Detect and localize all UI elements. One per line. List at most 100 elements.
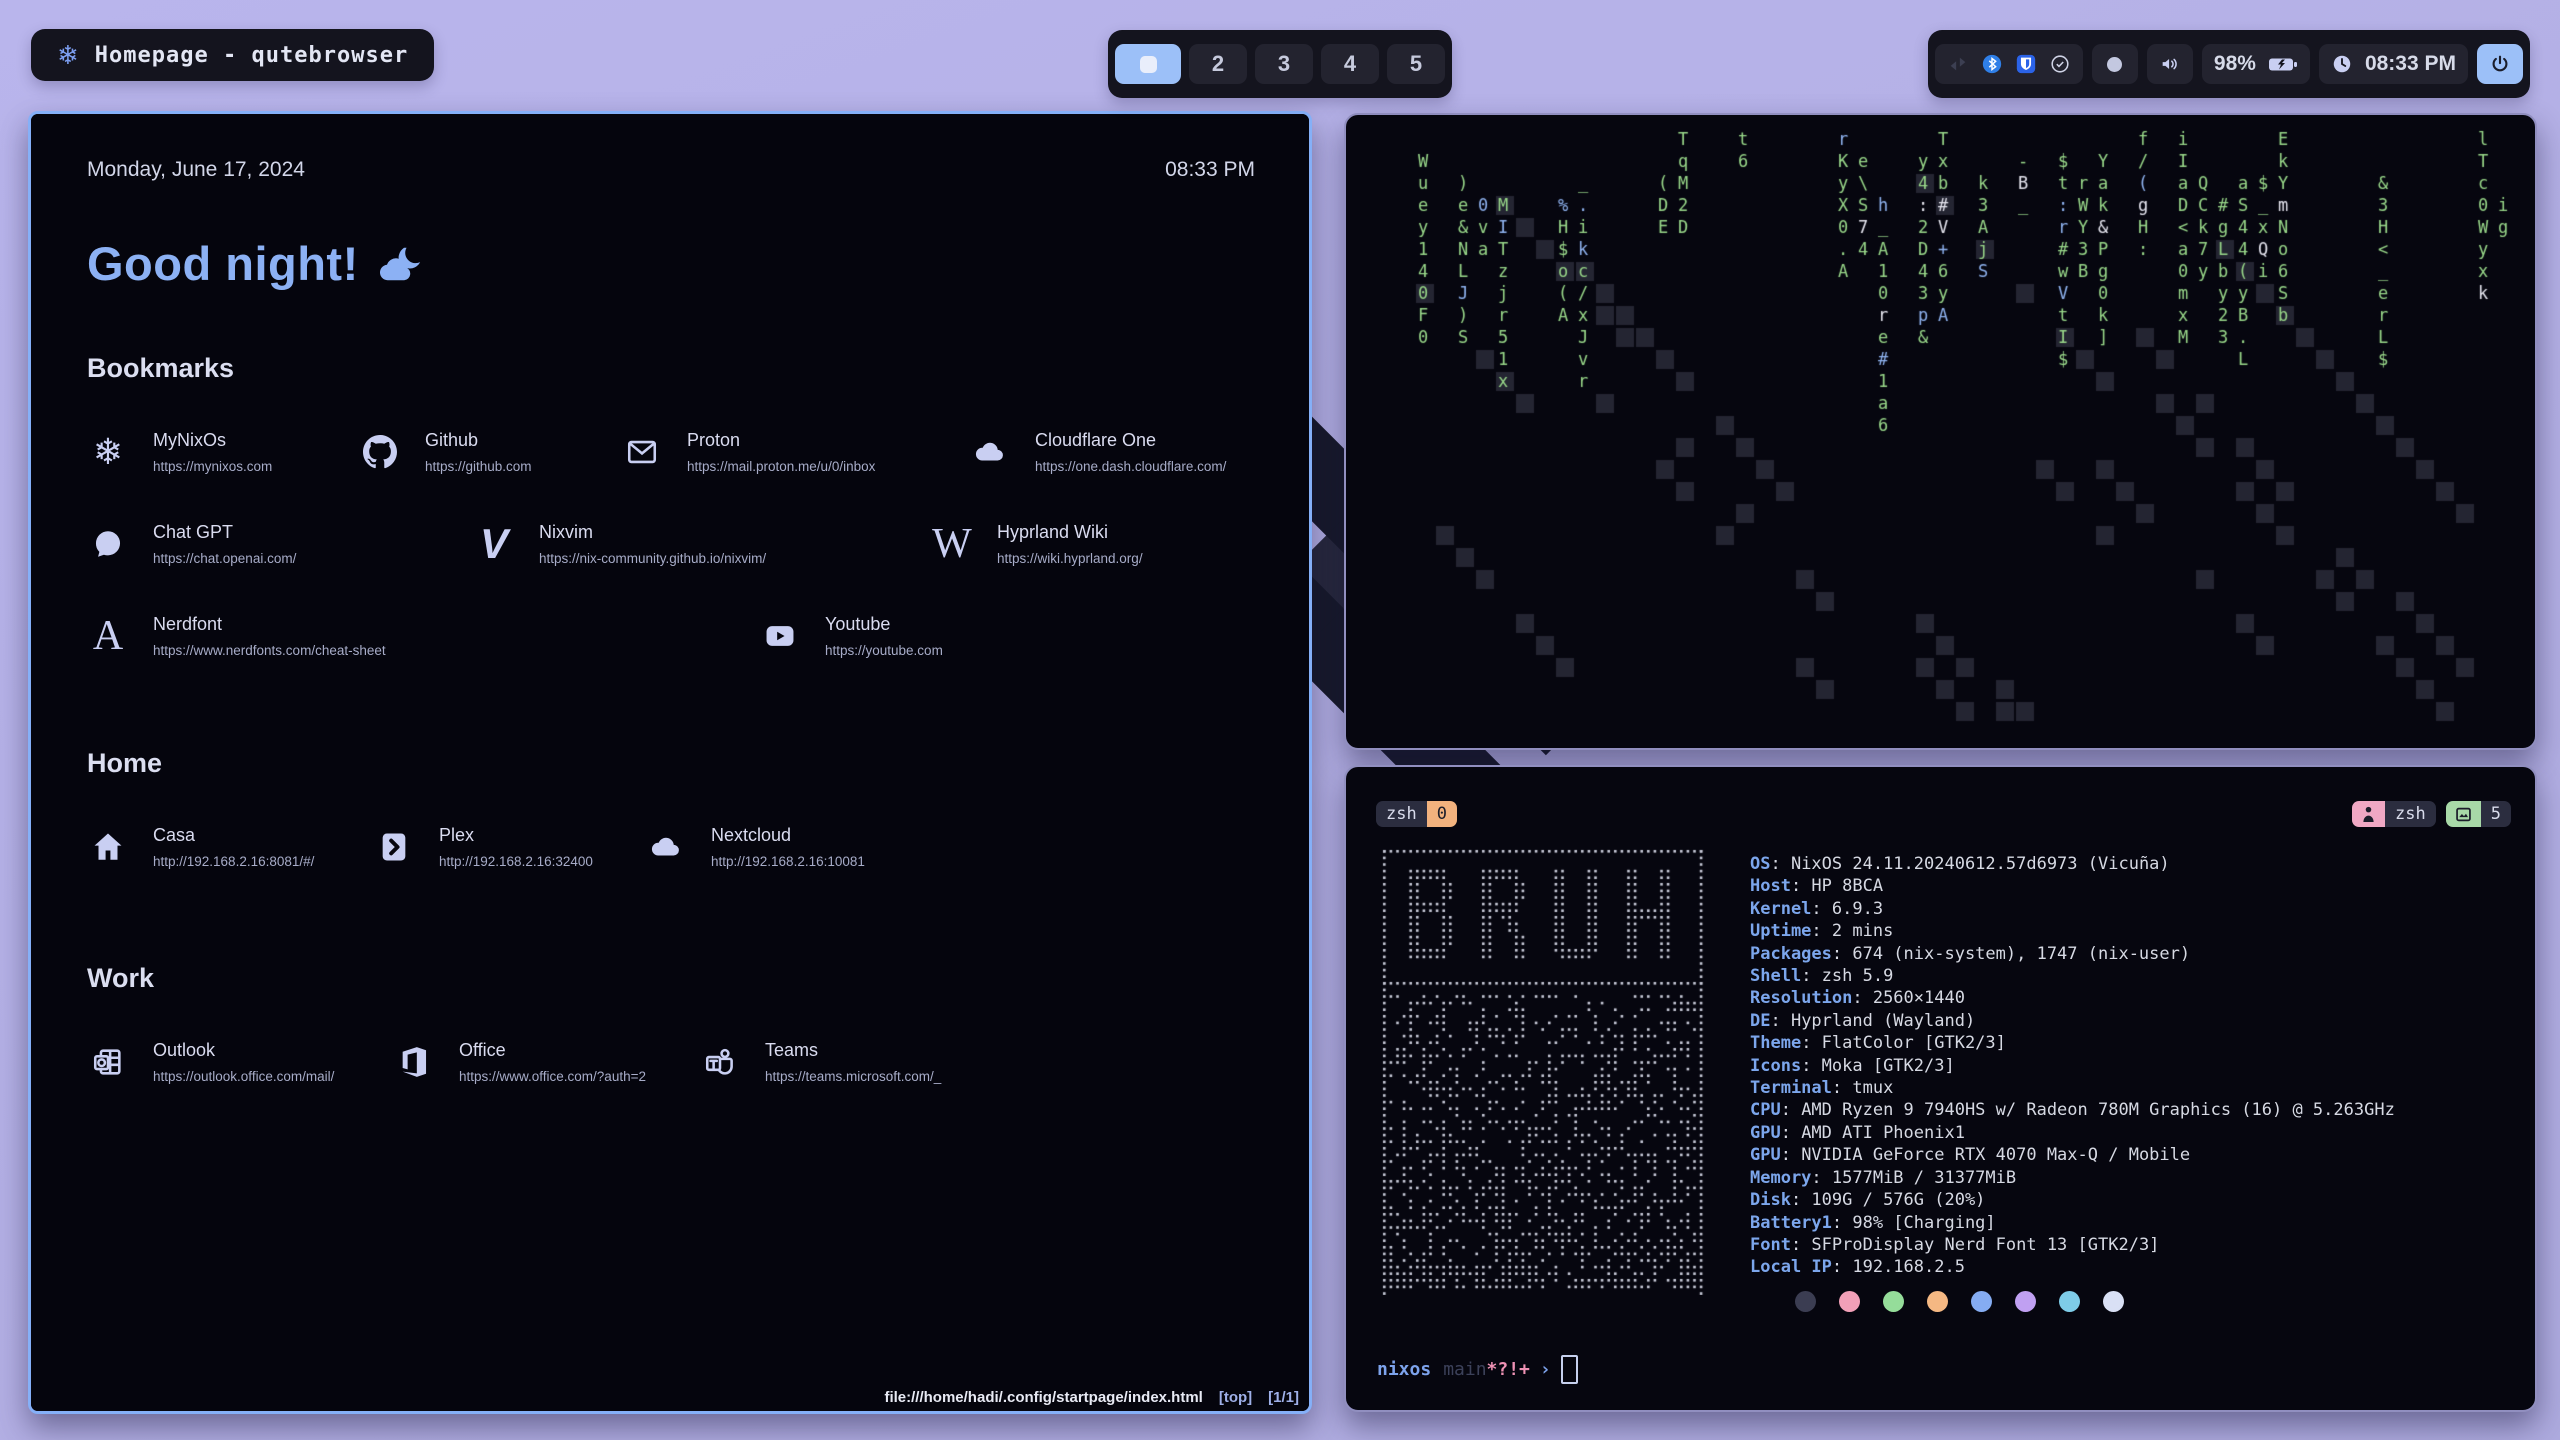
prompt-git-branch: main <box>1443 1359 1486 1380</box>
cmatrix-terminal-window[interactable] <box>1344 113 2537 750</box>
tmux-left-status[interactable]: zsh 0 <box>1376 801 1457 827</box>
bookmark-nerdfont[interactable]: ANerdfonthttps://www.nerdfonts.com/cheat… <box>87 612 759 660</box>
bookmark-url: https://mynixos.com <box>153 459 272 474</box>
tmux-session-name: zsh <box>2385 801 2436 827</box>
statusbar-url: file:///home/hadi/.config/startpage/inde… <box>884 1389 1202 1406</box>
snowflake-icon: ❄ <box>87 428 129 476</box>
fetch-line: Kernel: 6.9.3 <box>1750 898 2395 920</box>
bookmark-proton[interactable]: Protonhttps://mail.proton.me/u/0/inbox <box>621 428 969 476</box>
bookmark-casa[interactable]: Casahttp://192.168.2.16:8081/#/ <box>87 823 373 871</box>
bookmark-url: https://chat.openai.com/ <box>153 551 296 566</box>
tmux-statusbar: zsh 0 zsh 5 <box>1376 801 2511 827</box>
check-circle-icon[interactable] <box>2049 53 2071 75</box>
palette-dot-1 <box>1839 1291 1860 1312</box>
palette-dot-7 <box>2103 1291 2124 1312</box>
palette-dot-2 <box>1883 1291 1904 1312</box>
prompt-host: nixos <box>1377 1359 1431 1380</box>
workspace-active[interactable] <box>1115 44 1181 84</box>
workspace-2[interactable]: 2 <box>1189 44 1247 84</box>
palette-dot-0 <box>1795 1291 1816 1312</box>
bookmark-url: http://192.168.2.16:10081 <box>711 854 865 869</box>
greeting-text: Good night! <box>87 236 359 291</box>
workspace-3[interactable]: 3 <box>1255 44 1313 84</box>
letter-v-icon: V <box>473 520 515 568</box>
startpage-date: Monday, June 17, 2024 <box>87 158 305 182</box>
volume-control[interactable] <box>2147 44 2193 84</box>
bookmark-plex[interactable]: Plexhttp://192.168.2.16:32400 <box>373 823 645 871</box>
bookmark-chat-gpt[interactable]: Chat GPThttps://chat.openai.com/ <box>87 520 473 568</box>
bookmark-url: https://outlook.office.com/mail/ <box>153 1069 334 1084</box>
fetch-line: Disk: 109G / 576G (20%) <box>1750 1189 2395 1211</box>
fetch-line: Memory: 1577MiB / 31377MiB <box>1750 1167 2395 1189</box>
person-icon <box>2352 801 2385 827</box>
github-icon <box>359 428 401 476</box>
letter-w-icon: W <box>931 520 973 568</box>
power-button[interactable] <box>2477 44 2523 84</box>
kdeconnect-icon[interactable] <box>1947 53 1969 75</box>
bookmark-teams[interactable]: Teamshttps://teams.microsoft.com/_ <box>699 1038 941 1086</box>
youtube-icon <box>759 612 801 660</box>
plex-chevron-icon <box>373 823 415 871</box>
section-title-home: Home <box>87 748 1255 779</box>
prompt-git-flags: *?!+ <box>1487 1359 1530 1380</box>
fetch-line: Font: SFProDisplay Nerd Font 13 [GTK2/3] <box>1750 1234 2395 1256</box>
bluetooth-icon[interactable] <box>1981 53 2003 75</box>
teams-icon <box>699 1038 741 1086</box>
bookmark-office[interactable]: Officehttps://www.office.com/?auth=2 <box>393 1038 699 1086</box>
bookmark-name: Outlook <box>153 1040 334 1061</box>
bookmark-name: Cloudflare One <box>1035 430 1226 451</box>
fetch-line: Shell: zsh 5.9 <box>1750 965 2395 987</box>
qutebrowser-window: Monday, June 17, 2024 08:33 PM Good nigh… <box>28 111 1312 1414</box>
tmux-session-widget[interactable]: zsh <box>2352 801 2436 827</box>
clock-time: 08:33 PM <box>2365 52 2456 76</box>
cloud-icon <box>969 428 1011 476</box>
tmux-window-index: 0 <box>1427 801 1457 827</box>
bookmark-name: Nextcloud <box>711 825 865 846</box>
fetch-line: Packages: 674 (nix-system), 1747 (nix-us… <box>1750 943 2395 965</box>
battery-percent: 98% <box>2214 52 2256 76</box>
bookmark-url: https://youtube.com <box>825 643 943 658</box>
bookmark-mynixos[interactable]: ❄MyNixOshttps://mynixos.com <box>87 428 359 476</box>
record-dot-icon <box>2107 57 2122 72</box>
fetch-line: Host: HP 8BCA <box>1750 875 2395 897</box>
tmux-pane-widget[interactable]: 5 <box>2446 801 2511 827</box>
cloud-icon <box>645 823 687 871</box>
startpage-clock: 08:33 PM <box>1165 158 1255 182</box>
bookmark-url: http://192.168.2.16:8081/#/ <box>153 854 314 869</box>
fetch-line: Icons: Moka [GTK2/3] <box>1750 1055 2395 1077</box>
office-icon <box>393 1038 435 1086</box>
section-title-bookmarks: Bookmarks <box>87 353 1255 384</box>
system-tray: 98% 08:33 PM <box>1928 30 2530 98</box>
chat-bubble-icon <box>87 520 129 568</box>
bookmark-nixvim[interactable]: VNixvimhttps://nix-community.github.io/n… <box>473 520 931 568</box>
bookmark-nextcloud[interactable]: Nextcloud http://192.168.2.16:10081 <box>645 823 865 871</box>
fetch-line: CPU: AMD Ryzen 9 7940HS w/ Radeon 780M G… <box>1750 1099 2395 1121</box>
tray-status-icons <box>1935 44 2083 84</box>
fastfetch-terminal-window[interactable]: zsh 0 zsh 5 OS: NixOS 24.11.20240612.57d… <box>1344 765 2537 1412</box>
bookmark-outlook[interactable]: Outlook https://outlook.office.com/mail/ <box>87 1038 393 1086</box>
fetch-line: Battery1: 98% [Charging] <box>1750 1212 2395 1234</box>
screen-record-indicator[interactable] <box>2092 44 2138 84</box>
workspace-5[interactable]: 5 <box>1387 44 1445 84</box>
power-icon <box>2489 53 2511 75</box>
workspace-4[interactable]: 4 <box>1321 44 1379 84</box>
bookmark-name: Proton <box>687 430 875 451</box>
workspace-active-icon <box>1140 56 1157 73</box>
bitwarden-icon[interactable] <box>2015 53 2037 75</box>
active-window-pill: ❄ Homepage - qutebrowser <box>31 29 434 81</box>
bookmark-github[interactable]: Githubhttps://github.com <box>359 428 621 476</box>
bookmark-url: https://teams.microsoft.com/_ <box>765 1069 941 1084</box>
pane-icon <box>2446 801 2481 827</box>
clock-icon <box>2331 53 2353 75</box>
battery-indicator[interactable]: 98% <box>2202 44 2310 84</box>
bookmark-name: Nerdfont <box>153 614 386 635</box>
bookmark-youtube[interactable]: Youtubehttps://youtube.com <box>759 612 943 660</box>
palette-dot-6 <box>2059 1291 2080 1312</box>
fetch-line: GPU: AMD ATI Phoenix1 <box>1750 1122 2395 1144</box>
bruh-ascii-logo <box>1382 849 1706 1295</box>
shell-prompt[interactable]: nixos main *?!+ › <box>1377 1355 1578 1384</box>
bookmark-cloudflare-one[interactable]: Cloudflare Onehttps://one.dash.cloudflar… <box>969 428 1226 476</box>
bookmark-hyprland-wiki[interactable]: WHyprland Wikihttps://wiki.hyprland.org/ <box>931 520 1143 568</box>
fetch-line: Resolution: 2560×1440 <box>1750 987 2395 1009</box>
clock-widget[interactable]: 08:33 PM <box>2319 44 2468 84</box>
